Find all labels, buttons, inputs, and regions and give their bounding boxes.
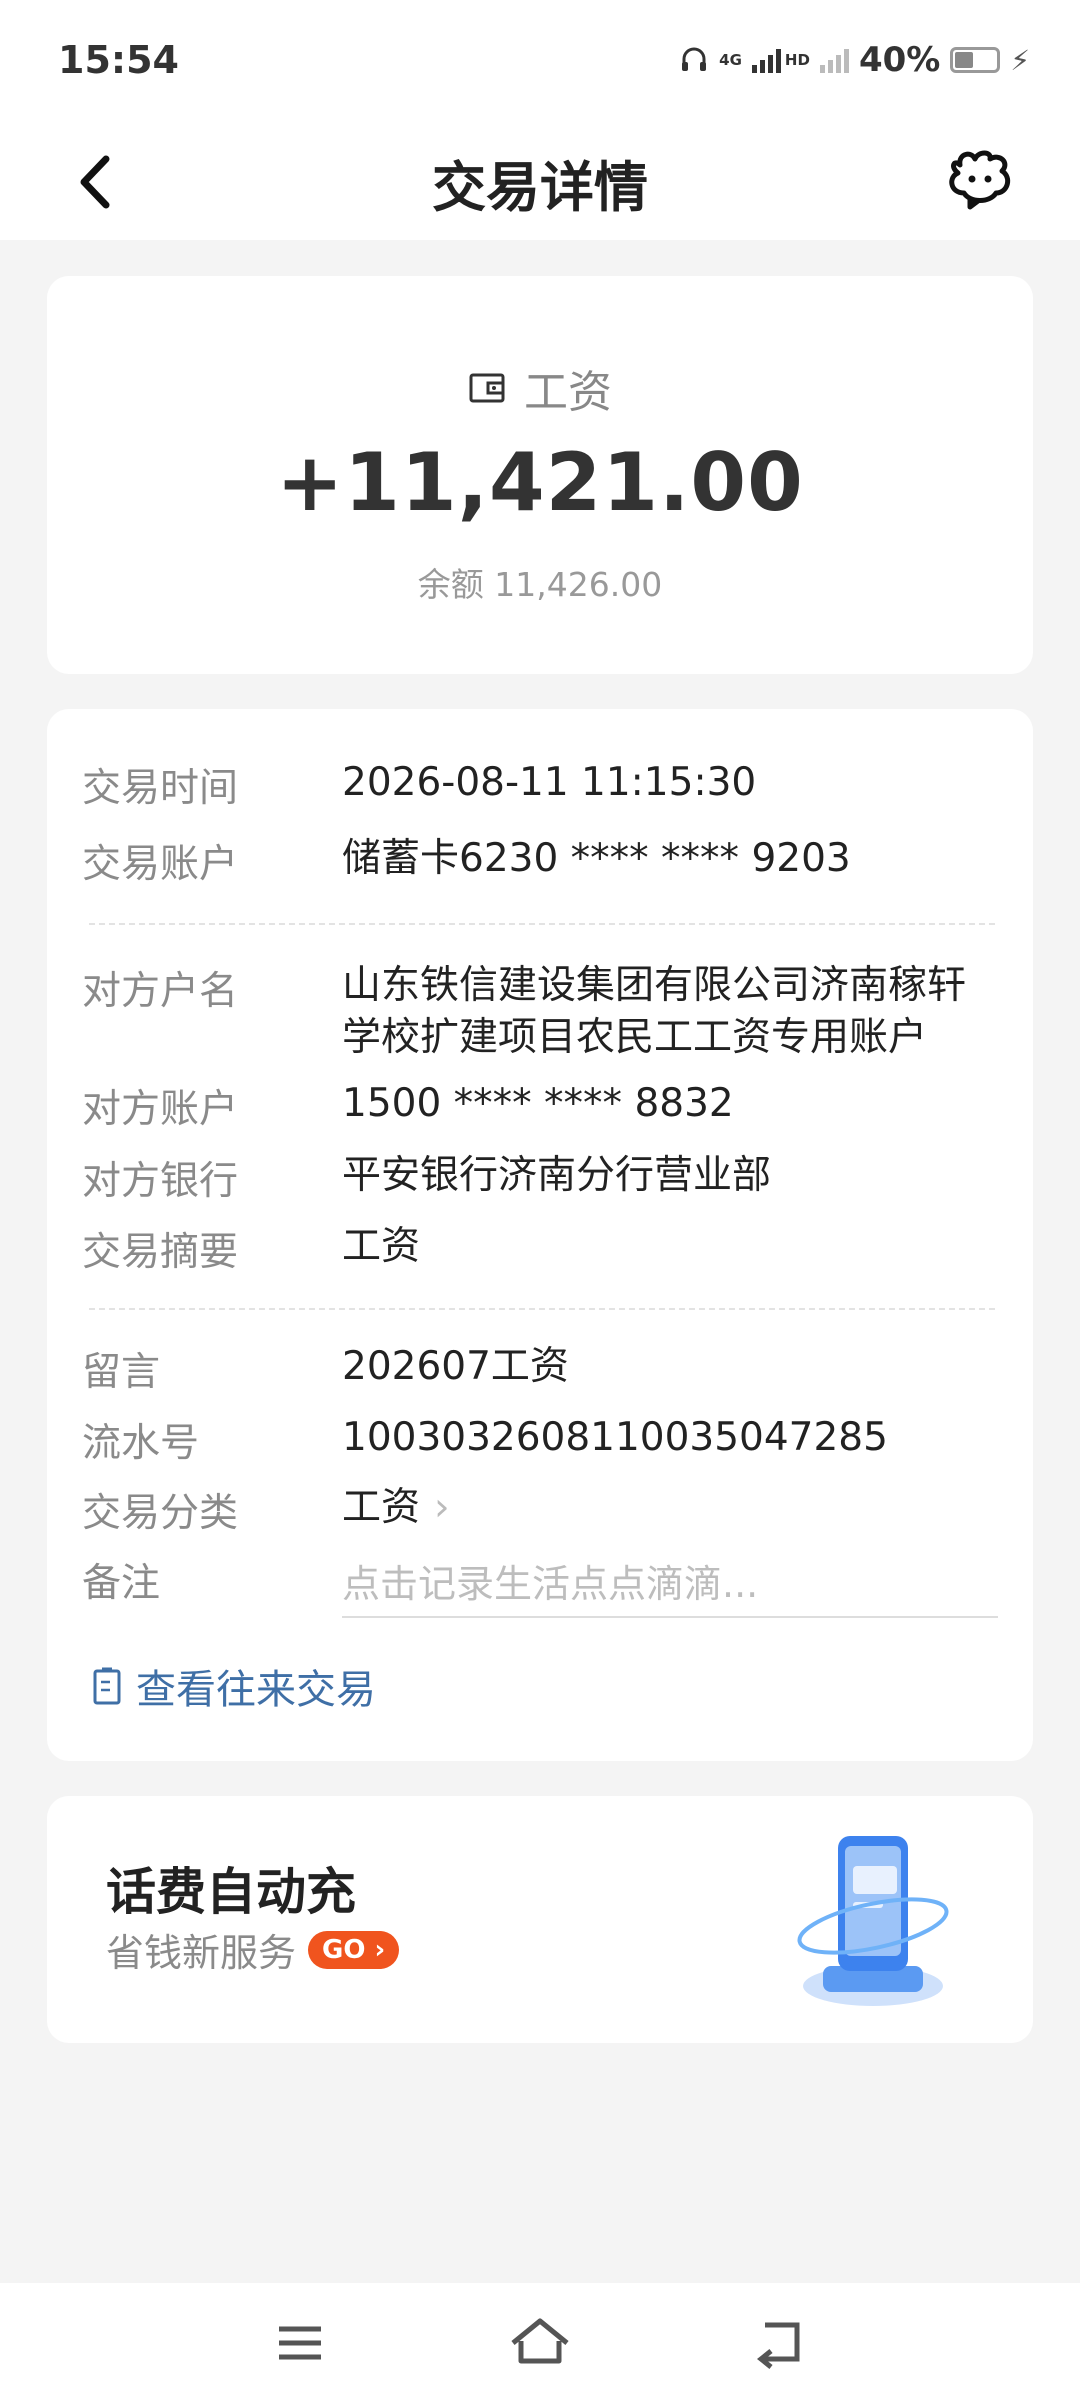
summary-value: 工资	[342, 1224, 421, 1269]
status-icons: 4G HD 40% ⚡	[679, 40, 1030, 80]
payee-name-line2: 学校扩建项目农民工工资专用账户	[342, 1015, 928, 1060]
payee-bank-value: 平安银行济南分行营业部	[342, 1153, 772, 1198]
customer-service-icon[interactable]	[940, 145, 1020, 215]
promo-title: 话费自动充	[106, 1863, 356, 1921]
wallet-icon	[469, 373, 505, 403]
payee-account-value: 1500 **** **** 8832	[342, 1081, 734, 1126]
promo-card[interactable]: 话费自动充 省钱新服务 GO ›	[47, 1796, 1033, 2043]
message-label: 留言	[82, 1350, 161, 1395]
category-line: 工资	[47, 356, 1033, 420]
payee-name-value: 山东铁信建设集团有限公司济南稼轩 学校扩建项目农民工工资专用账户	[342, 960, 966, 1064]
detail-row-summary: 交易摘要 工资	[82, 1221, 998, 1277]
go-label: GO	[322, 1934, 366, 1965]
transaction-amount: +11,421.00	[276, 436, 804, 529]
system-nav-bar	[0, 2283, 1080, 2408]
time-value: 2026-08-11 11:15:30	[342, 760, 757, 805]
page-title: 交易详情	[432, 156, 648, 219]
signal-strength-icon	[751, 47, 781, 73]
payee-name-line1: 山东铁信建设集团有限公司济南稼轩	[342, 963, 967, 1008]
network-hd: HD	[784, 51, 810, 69]
account-label: 交易账户	[82, 842, 239, 887]
summary-label: 交易摘要	[82, 1230, 239, 1275]
message-value: 202607工资	[342, 1344, 569, 1389]
status-time: 15:54	[58, 38, 179, 82]
serial-label: 流水号	[82, 1421, 200, 1466]
promo-subtitle-row: 省钱新服务 GO ›	[106, 1922, 400, 1977]
payee-bank-label: 对方银行	[82, 1159, 239, 1204]
view-history-label: 查看往来交易	[136, 1667, 376, 1713]
signal-strength-2-icon	[819, 47, 849, 73]
headphones-icon	[682, 47, 707, 71]
view-history-link[interactable]: 查看往来交易	[92, 1657, 376, 1715]
detail-row-payee-name: 对方户名 山东铁信建设集团有限公司济南稼轩 学校扩建项目农民工工资专用账户	[82, 960, 998, 1064]
category-value[interactable]: 工资 ›	[342, 1482, 450, 1538]
detail-row-time: 交易时间 2026-08-11 11:15:30	[82, 757, 998, 813]
category-label: 工资	[524, 367, 612, 418]
charging-icon: ⚡	[1010, 43, 1030, 77]
amount-card: 工资 +11,421.00 余额 11,426.00	[47, 276, 1033, 674]
menu-icon[interactable]	[265, 2313, 335, 2373]
phone-illustration-icon	[797, 1836, 949, 2006]
category-value-text: 工资	[342, 1485, 421, 1530]
home-icon[interactable]	[505, 2313, 575, 2373]
balance-text: 余额 11,426.00	[417, 565, 663, 604]
network-type: 4G	[719, 51, 742, 69]
time-label: 交易时间	[82, 766, 239, 811]
go-button[interactable]: GO ›	[308, 1930, 400, 1969]
document-icon	[93, 1667, 121, 1705]
detail-row-account: 交易账户 储蓄卡6230 **** **** 9203	[82, 833, 998, 889]
remark-label: 备注	[82, 1561, 161, 1606]
detail-row-payee-bank: 对方银行 平安银行济南分行营业部	[82, 1150, 998, 1206]
detail-row-payee-account: 对方账户 1500 **** **** 8832	[82, 1078, 998, 1134]
category-label: 交易分类	[82, 1491, 239, 1536]
serial-value: 10030326081100350472​85	[342, 1415, 888, 1460]
back-nav-icon[interactable]	[745, 2313, 815, 2373]
hd-label: HD	[785, 52, 810, 68]
detail-row-serial: 流水号 10030326081100350472​85	[82, 1412, 998, 1468]
network-label: 4G	[719, 52, 742, 68]
payee-account-label: 对方账户	[82, 1087, 239, 1132]
detail-row-message: 留言 202607工资	[82, 1341, 998, 1397]
chevron-right-icon: ›	[434, 1485, 450, 1530]
details-card: 交易时间 2026-08-11 11:15:30 交易账户 储蓄卡6230 **…	[47, 709, 1033, 1761]
header: 交易详情	[0, 125, 1080, 240]
divider	[89, 923, 995, 925]
status-bar: 15:54 4G HD 40% ⚡	[0, 0, 1080, 125]
battery-icon	[950, 47, 1001, 73]
detail-row-category[interactable]: 交易分类 工资 ›	[82, 1482, 998, 1538]
remark-input[interactable]: 点击记录生活点点滴滴...	[342, 1554, 998, 1618]
account-value: 储蓄卡6230 **** **** 9203	[342, 836, 851, 881]
promo-subtitle: 省钱新服务	[106, 1931, 297, 1975]
battery-percentage: 40%	[858, 40, 941, 80]
divider	[89, 1308, 995, 1310]
payee-name-label: 对方户名	[82, 969, 239, 1014]
